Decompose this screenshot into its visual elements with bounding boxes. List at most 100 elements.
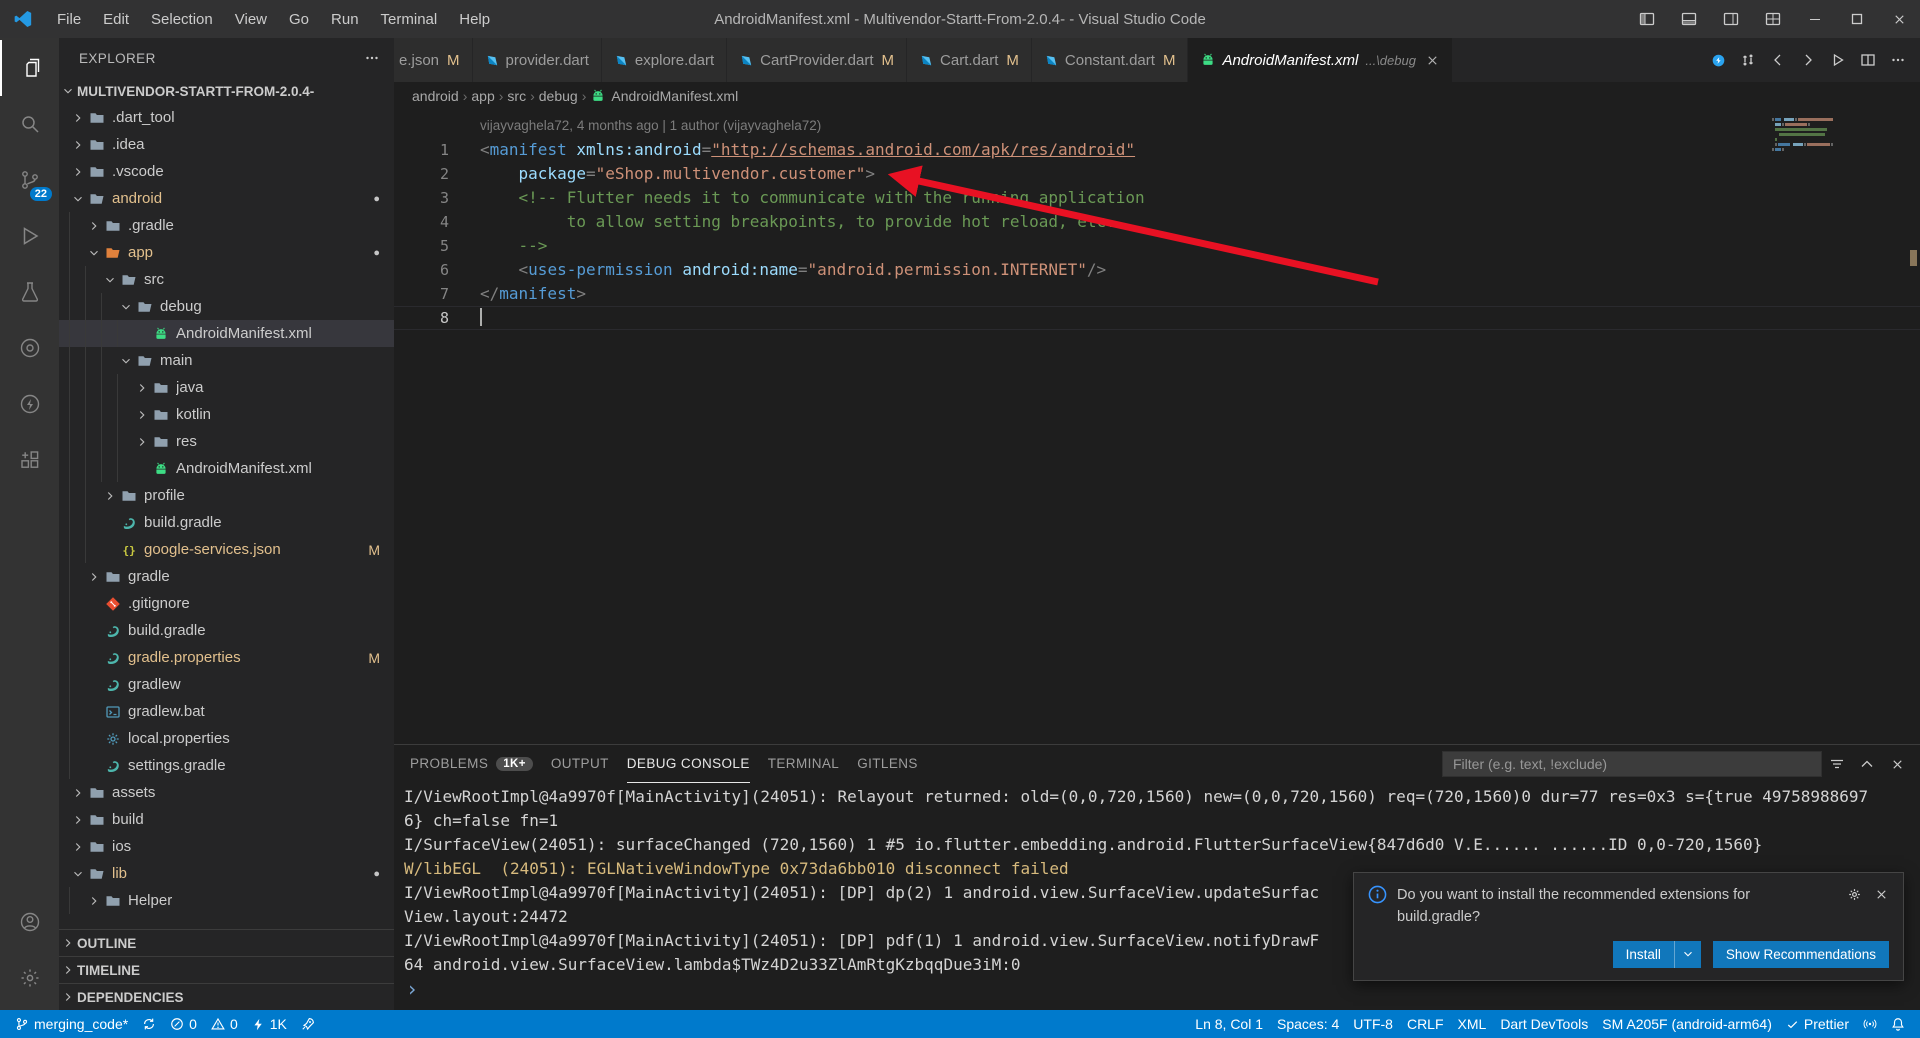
panel-tab-problems[interactable]: PROBLEMS1K+ — [410, 745, 533, 783]
menu-go[interactable]: Go — [278, 0, 320, 38]
show-recommendations-button[interactable]: Show Recommendations — [1713, 941, 1889, 968]
tree-item-lib[interactable]: lib ● — [59, 860, 394, 887]
tab-androidmanifest-xml[interactable]: AndroidManifest.xml ...\debug — [1188, 38, 1453, 82]
console-filter-input[interactable] — [1442, 751, 1822, 777]
tree-item-settings-gradle[interactable]: settings.gradle — [59, 752, 394, 779]
code-line-1[interactable]: 1 <manifest xmlns:android="http://schema… — [394, 138, 1920, 162]
install-dropdown-button[interactable] — [1674, 941, 1701, 968]
toggle-secondary-sidebar-icon[interactable] — [1710, 0, 1752, 38]
tree-item-google-services-json[interactable]: {} google-services.json M — [59, 536, 394, 563]
tree-item-app[interactable]: app ● — [59, 239, 394, 266]
tab-constant-dart[interactable]: Constant.dart M — [1032, 38, 1189, 82]
close-tab-icon[interactable] — [1425, 53, 1440, 68]
install-button[interactable]: Install — [1613, 941, 1674, 968]
indentation-item[interactable]: Spaces: 4 — [1270, 1010, 1346, 1038]
blame-annotation[interactable]: vijayvaghela72, 4 months ago | 1 author … — [480, 114, 1920, 138]
code-line-7[interactable]: 7 </manifest> — [394, 282, 1920, 306]
panel-tab-gitlens[interactable]: GITLENS — [857, 745, 918, 783]
tree-item-gradlew-bat[interactable]: gradlew.bat — [59, 698, 394, 725]
forward-icon[interactable] — [1794, 46, 1822, 74]
tree-item-res[interactable]: res — [59, 428, 394, 455]
notification-close-icon[interactable] — [1874, 887, 1889, 902]
panel-tab-output[interactable]: OUTPUT — [551, 745, 609, 783]
counter-item[interactable]: 1K — [245, 1010, 294, 1038]
notification-gear-icon[interactable] — [1847, 887, 1862, 902]
tree-item-gradlew[interactable]: gradlew — [59, 671, 394, 698]
run-icon[interactable] — [1824, 46, 1852, 74]
tree-item-helper[interactable]: Helper — [59, 887, 394, 914]
tree-item-local-properties[interactable]: local.properties — [59, 725, 394, 752]
code-line-6[interactable]: 6 <uses-permission android:name="android… — [394, 258, 1920, 282]
tree-item-dart-tool[interactable]: .dart_tool — [59, 104, 394, 131]
outline-section[interactable]: OUTLINE — [59, 929, 394, 956]
maximize-panel-icon[interactable] — [1852, 749, 1882, 779]
sync-item[interactable] — [135, 1010, 163, 1038]
compare-icon[interactable] — [1734, 46, 1762, 74]
errors-item[interactable]: 0 — [163, 1010, 204, 1038]
eol-item[interactable]: CRLF — [1400, 1010, 1451, 1038]
breadcrumb-debug[interactable]: debug — [539, 88, 578, 104]
back-icon[interactable] — [1764, 46, 1792, 74]
code-line-3[interactable]: 3 <!-- Flutter needs it to communicate w… — [394, 186, 1920, 210]
tree-item-androidmanifest-xml[interactable]: AndroidManifest.xml — [59, 455, 394, 482]
breadcrumb-file[interactable]: AndroidManifest.xml — [590, 88, 738, 104]
project-section-header[interactable]: MULTIVENDOR-STARTT-FROM-2.0.4- — [59, 78, 394, 104]
tree-item-ios[interactable]: ios — [59, 833, 394, 860]
minimize-button[interactable] — [1794, 0, 1836, 38]
toggle-sidebar-icon[interactable] — [1626, 0, 1668, 38]
menu-edit[interactable]: Edit — [92, 0, 140, 38]
tree-item-main[interactable]: main — [59, 347, 394, 374]
tree-item-gradle-properties[interactable]: gradle.properties M — [59, 644, 394, 671]
warnings-item[interactable]: 0 — [204, 1010, 245, 1038]
activity-extensions[interactable] — [0, 432, 59, 488]
dependencies-section[interactable]: DEPENDENCIES — [59, 983, 394, 1010]
menu-help[interactable]: Help — [448, 0, 501, 38]
tree-item-idea[interactable]: .idea — [59, 131, 394, 158]
tree-item-build-gradle[interactable]: build.gradle — [59, 617, 394, 644]
activity-gitlens[interactable] — [0, 320, 59, 376]
panel-tab-terminal[interactable]: TERMINAL — [768, 745, 839, 783]
close-panel-icon[interactable] — [1882, 749, 1912, 779]
activity-thunder-client[interactable] — [0, 376, 59, 432]
rocket-item[interactable] — [294, 1010, 322, 1038]
tab-cart-dart[interactable]: Cart.dart M — [907, 38, 1032, 82]
menu-run[interactable]: Run — [320, 0, 370, 38]
branch-item[interactable]: merging_code* — [8, 1010, 135, 1038]
code-line-8[interactable]: 8 — [394, 306, 1920, 330]
activity-source-control[interactable]: 22 — [0, 152, 59, 208]
tree-item-gradle[interactable]: .gradle — [59, 212, 394, 239]
tab-explore-dart[interactable]: explore.dart — [602, 38, 727, 82]
activity-settings[interactable] — [0, 950, 59, 1006]
code-line-2[interactable]: 2 package="eShop.multivendor.customer"> — [394, 162, 1920, 186]
tree-item-androidmanifest-xml[interactable]: AndroidManifest.xml — [59, 320, 394, 347]
close-button[interactable] — [1878, 0, 1920, 38]
tree-item-build-gradle[interactable]: build.gradle — [59, 509, 394, 536]
tree-item-debug[interactable]: debug — [59, 293, 394, 320]
timeline-section[interactable]: TIMELINE — [59, 956, 394, 983]
devtools-icon[interactable] — [1704, 46, 1732, 74]
encoding-item[interactable]: UTF-8 — [1346, 1010, 1400, 1038]
code-editor[interactable]: vijayvaghela72, 4 months ago | 1 author … — [394, 110, 1920, 744]
tab-cartprovider-dart[interactable]: CartProvider.dart M — [727, 38, 907, 82]
breadcrumb-android[interactable]: android — [412, 88, 459, 104]
toggle-panel-icon[interactable] — [1668, 0, 1710, 38]
minimap[interactable] — [1772, 118, 1904, 158]
tree-item-java[interactable]: java — [59, 374, 394, 401]
tree-item-kotlin[interactable]: kotlin — [59, 401, 394, 428]
activity-testing[interactable] — [0, 264, 59, 320]
tree-item-src[interactable]: src — [59, 266, 394, 293]
broadcast-item[interactable] — [1856, 1010, 1884, 1038]
code-line-4[interactable]: 4 to allow setting breakpoints, to provi… — [394, 210, 1920, 234]
code-line-5[interactable]: 5 --> — [394, 234, 1920, 258]
activity-run-and-debug[interactable] — [0, 208, 59, 264]
menu-view[interactable]: View — [224, 0, 278, 38]
customize-layout-icon[interactable] — [1752, 0, 1794, 38]
device-item[interactable]: SM A205F (android-arm64) — [1595, 1010, 1779, 1038]
console-input[interactable]: › — [404, 977, 1920, 1001]
cursor-position-item[interactable]: Ln 8, Col 1 — [1188, 1010, 1270, 1038]
output-actions-icon[interactable] — [1822, 749, 1852, 779]
notifications-bell-item[interactable] — [1884, 1010, 1912, 1038]
language-mode-item[interactable]: XML — [1451, 1010, 1494, 1038]
menu-file[interactable]: File — [46, 0, 92, 38]
tree-item-vscode[interactable]: .vscode — [59, 158, 394, 185]
